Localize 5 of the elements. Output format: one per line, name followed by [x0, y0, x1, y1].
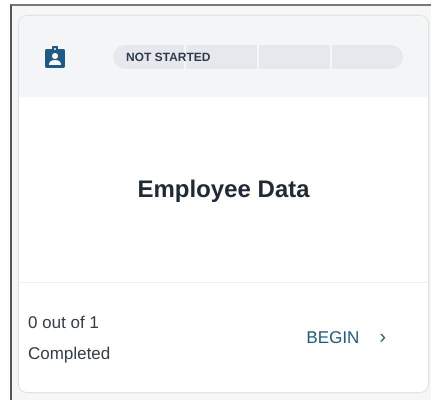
- card-title: Employee Data: [137, 176, 310, 204]
- status-label: NOT STARTED: [126, 50, 210, 64]
- completion-text: 0 out of 1 Completed: [28, 312, 110, 364]
- begin-link[interactable]: BEGIN ›: [306, 326, 386, 349]
- id-badge-icon: [45, 44, 65, 68]
